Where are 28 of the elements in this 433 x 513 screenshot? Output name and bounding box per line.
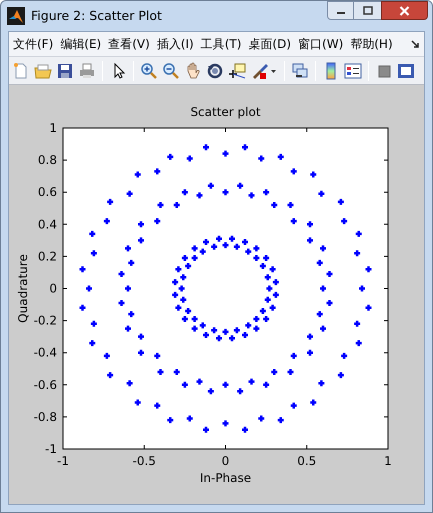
- menu-item[interactable]: 窗口(W): [298, 35, 344, 53]
- x-axis-label: In-Phase: [200, 471, 252, 485]
- y-tick-label: -0.2: [34, 314, 57, 328]
- y-tick-label: 0.8: [38, 153, 57, 168]
- menu-item[interactable]: 文件(F): [13, 35, 54, 53]
- y-tick-label: 0.2: [38, 249, 57, 264]
- x-tick-label: 1: [384, 454, 392, 468]
- y-tick-label: 0: [49, 282, 57, 296]
- menu-item[interactable]: 插入(I): [156, 35, 194, 53]
- menu-item[interactable]: 帮助(H): [350, 35, 393, 53]
- chart-title: Scatter plot: [190, 105, 261, 119]
- window-title: Figure 2: Scatter Plot: [31, 6, 162, 25]
- menu-item[interactable]: 工具(T): [200, 35, 242, 53]
- x-tick-label: -0.5: [132, 454, 156, 468]
- menu-item[interactable]: 桌面(D): [248, 35, 292, 53]
- x-tick-label: 0: [222, 454, 230, 468]
- y-tick-label: -0.8: [34, 410, 57, 424]
- menu-item[interactable]: 编辑(E): [60, 35, 102, 53]
- x-tick-label: 0.5: [297, 454, 316, 468]
- menu-item[interactable]: 查看(V): [108, 35, 150, 53]
- y-tick-label: -0.4: [34, 346, 57, 360]
- y-axis-label: Quadrature: [16, 254, 30, 323]
- y-tick-label: -0.6: [34, 378, 57, 392]
- x-tick-label: -1: [57, 454, 69, 468]
- y-tick-label: 0.4: [38, 217, 57, 232]
- y-tick-label: 1: [49, 121, 57, 135]
- y-tick-label: 0.6: [38, 185, 57, 200]
- y-tick-label: -1: [45, 442, 57, 456]
